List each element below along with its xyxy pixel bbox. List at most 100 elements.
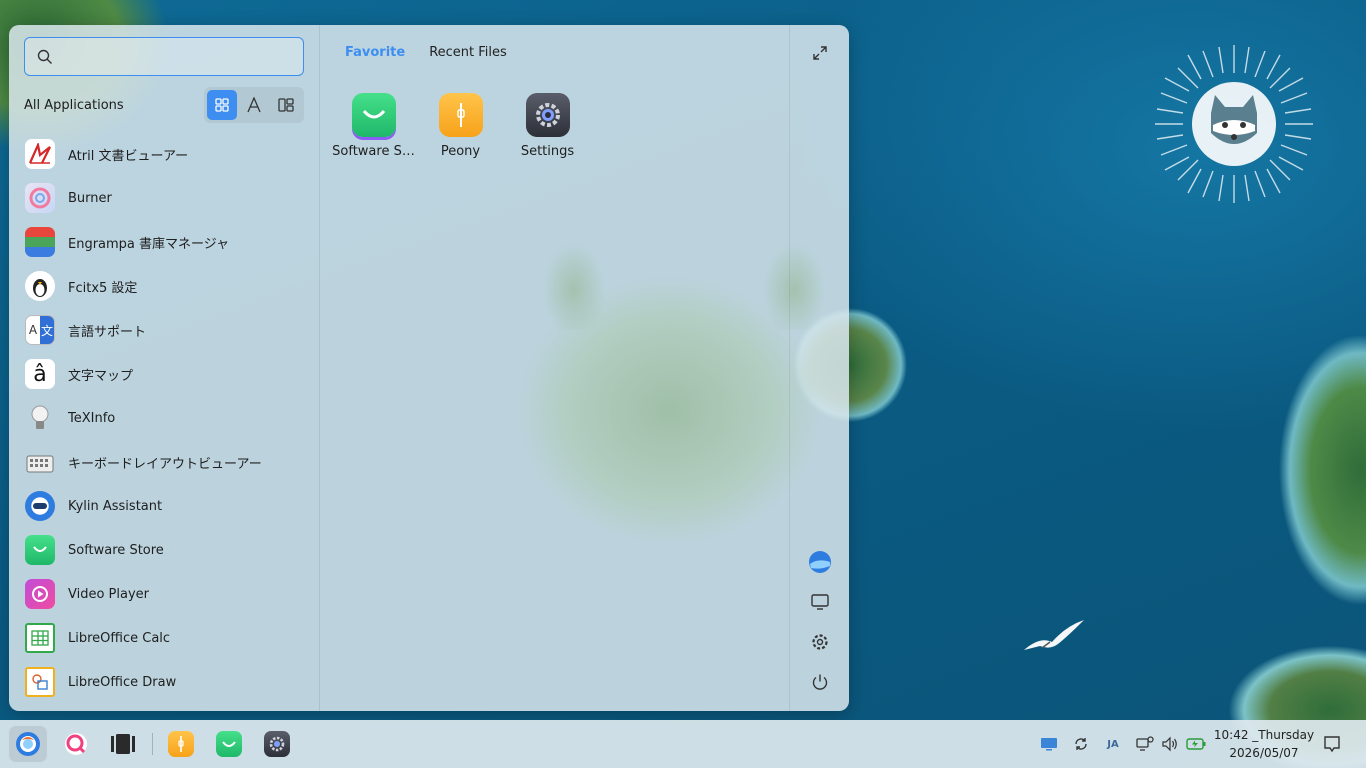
expand-button[interactable] — [808, 41, 832, 65]
app-item-texinfo[interactable]: TeXInfo — [9, 396, 320, 440]
app-item-software-store[interactable]: Software Store — [9, 528, 320, 572]
app-label: Video Player — [68, 586, 150, 602]
letter-a-icon — [247, 97, 261, 113]
app-item-libreoffice-calc[interactable]: LibreOffice Calc — [9, 616, 320, 660]
clock[interactable]: 10:42 _Thursday 2026/05/07 — [1212, 726, 1316, 762]
favorite-label: Peony — [440, 144, 481, 159]
notification-icon — [1324, 736, 1340, 753]
tab-recent-files[interactable]: Recent Files — [429, 45, 507, 60]
peony-file-manager-icon — [438, 93, 483, 137]
software-store-icon — [25, 535, 55, 565]
app-label: Fcitx5 設定 — [68, 280, 138, 296]
category-icon — [278, 98, 294, 112]
app-item-engrampa[interactable]: Engrampa 書庫マネージャ — [9, 220, 320, 264]
burner-icon — [25, 183, 55, 213]
app-item-video-player[interactable]: Video Player — [9, 572, 320, 616]
taskbar-separator — [152, 733, 153, 755]
app-item-kylin-assistant[interactable]: Kylin Assistant — [9, 484, 320, 528]
search-field[interactable] — [24, 37, 304, 76]
application-list: Atril 文書ビューアー Burner Engrampa 書庫マネージャ Fc… — [9, 132, 320, 704]
volume-icon — [1162, 736, 1177, 752]
multitask-view-icon — [111, 734, 135, 754]
search-button[interactable] — [57, 726, 95, 762]
user-avatar-icon — [809, 551, 831, 573]
app-item-libreoffice-draw[interactable]: LibreOffice Draw — [9, 660, 320, 704]
software-store-taskbar-button[interactable] — [210, 726, 248, 762]
settings-gear-icon — [264, 731, 290, 757]
panel-tabs: Favorite Recent Files — [345, 45, 507, 60]
tab-favorite[interactable]: Favorite — [345, 45, 405, 60]
app-label: LibreOffice Calc — [68, 630, 171, 646]
display-tray-button[interactable] — [1039, 734, 1059, 754]
volume-tray-button[interactable] — [1160, 734, 1180, 754]
grid-icon — [215, 98, 229, 112]
category-view-button[interactable] — [271, 90, 301, 120]
multitask-view-button[interactable] — [104, 726, 142, 762]
software-store-icon — [216, 731, 242, 757]
notification-center-button[interactable] — [1322, 734, 1342, 754]
video-player-icon — [25, 579, 55, 609]
texinfo-bulb-icon — [25, 403, 55, 433]
sync-tray-button[interactable] — [1071, 734, 1091, 754]
kylin-assistant-icon — [25, 491, 55, 521]
app-item-burner[interactable]: Burner — [9, 176, 320, 220]
app-label: 言語サポート — [68, 324, 147, 340]
power-button[interactable] — [808, 670, 832, 694]
app-label: キーボードレイアウトビューアー — [68, 456, 262, 472]
app-label: LibreOffice Draw — [68, 674, 177, 690]
software-store-icon — [351, 93, 396, 137]
view-mode-switcher — [204, 87, 304, 123]
peony-taskbar-button[interactable] — [162, 726, 200, 762]
atril-document-viewer-icon — [25, 139, 55, 169]
display-icon — [1041, 738, 1057, 751]
taskbar: JA 10:42 _Thursday 2026/05/07 — [0, 720, 1366, 768]
network-icon — [1136, 736, 1154, 751]
settings-taskbar-button[interactable] — [258, 726, 296, 762]
favorite-settings[interactable]: Settings — [504, 93, 591, 159]
network-tray-button[interactable] — [1135, 734, 1155, 754]
seagull-icon — [1024, 620, 1084, 650]
favorite-label: Software S… — [332, 144, 415, 159]
raccoon-sun-logo-icon — [1155, 45, 1313, 203]
settings-gear-icon — [525, 93, 570, 137]
clock-time: 10:42 _Thursday — [1213, 728, 1315, 742]
peony-file-manager-icon — [168, 731, 194, 757]
favorites-panel: Favorite Recent Files Software S… Peony — [320, 25, 790, 711]
engrampa-archive-icon — [25, 227, 55, 257]
application-list-panel: All Applications Atril 文書ビューアー Burner En… — [9, 25, 320, 711]
app-label: Engrampa 書庫マネージャ — [68, 236, 230, 252]
character-map-icon: â — [25, 359, 55, 389]
app-item-character-map[interactable]: â 文字マップ — [9, 352, 320, 396]
app-label: Burner — [68, 190, 112, 206]
app-label: Software Store — [68, 542, 164, 558]
display-button[interactable] — [808, 590, 832, 614]
start-menu-button[interactable] — [9, 726, 47, 762]
app-item-keyboard-layout[interactable]: キーボードレイアウトビューアー — [9, 440, 320, 484]
app-item-atril[interactable]: Atril 文書ビューアー — [9, 132, 320, 176]
start-menu: All Applications Atril 文書ビューアー Burner En… — [9, 25, 849, 711]
expand-icon — [813, 46, 827, 60]
settings-button[interactable] — [808, 630, 832, 654]
monitor-icon — [811, 594, 829, 610]
clock-date: 2026/05/07 — [1229, 746, 1299, 760]
app-item-fcitx5[interactable]: Fcitx5 設定 — [9, 264, 320, 308]
app-label: 文字マップ — [68, 368, 134, 384]
libreoffice-draw-icon — [25, 667, 55, 697]
gear-icon — [812, 634, 828, 650]
search-input[interactable] — [61, 46, 291, 68]
app-item-language-support[interactable]: A文 言語サポート — [9, 308, 320, 352]
keyboard-layout-icon — [25, 447, 55, 477]
input-method-icon[interactable]: JA — [1103, 734, 1123, 754]
battery-icon — [1186, 738, 1206, 750]
menu-right-rail — [789, 25, 849, 711]
grid-view-button[interactable] — [207, 90, 237, 120]
all-applications-title: All Applications — [24, 98, 124, 113]
user-account-button[interactable] — [808, 550, 832, 574]
favorite-software-store[interactable]: Software S… — [330, 93, 417, 159]
favorite-peony[interactable]: Peony — [417, 93, 504, 159]
battery-tray-button[interactable] — [1186, 734, 1206, 754]
start-menu-icon — [16, 732, 40, 756]
app-label: TeXInfo — [68, 410, 116, 426]
alphabetical-view-button[interactable] — [239, 90, 269, 120]
power-icon — [812, 674, 828, 690]
